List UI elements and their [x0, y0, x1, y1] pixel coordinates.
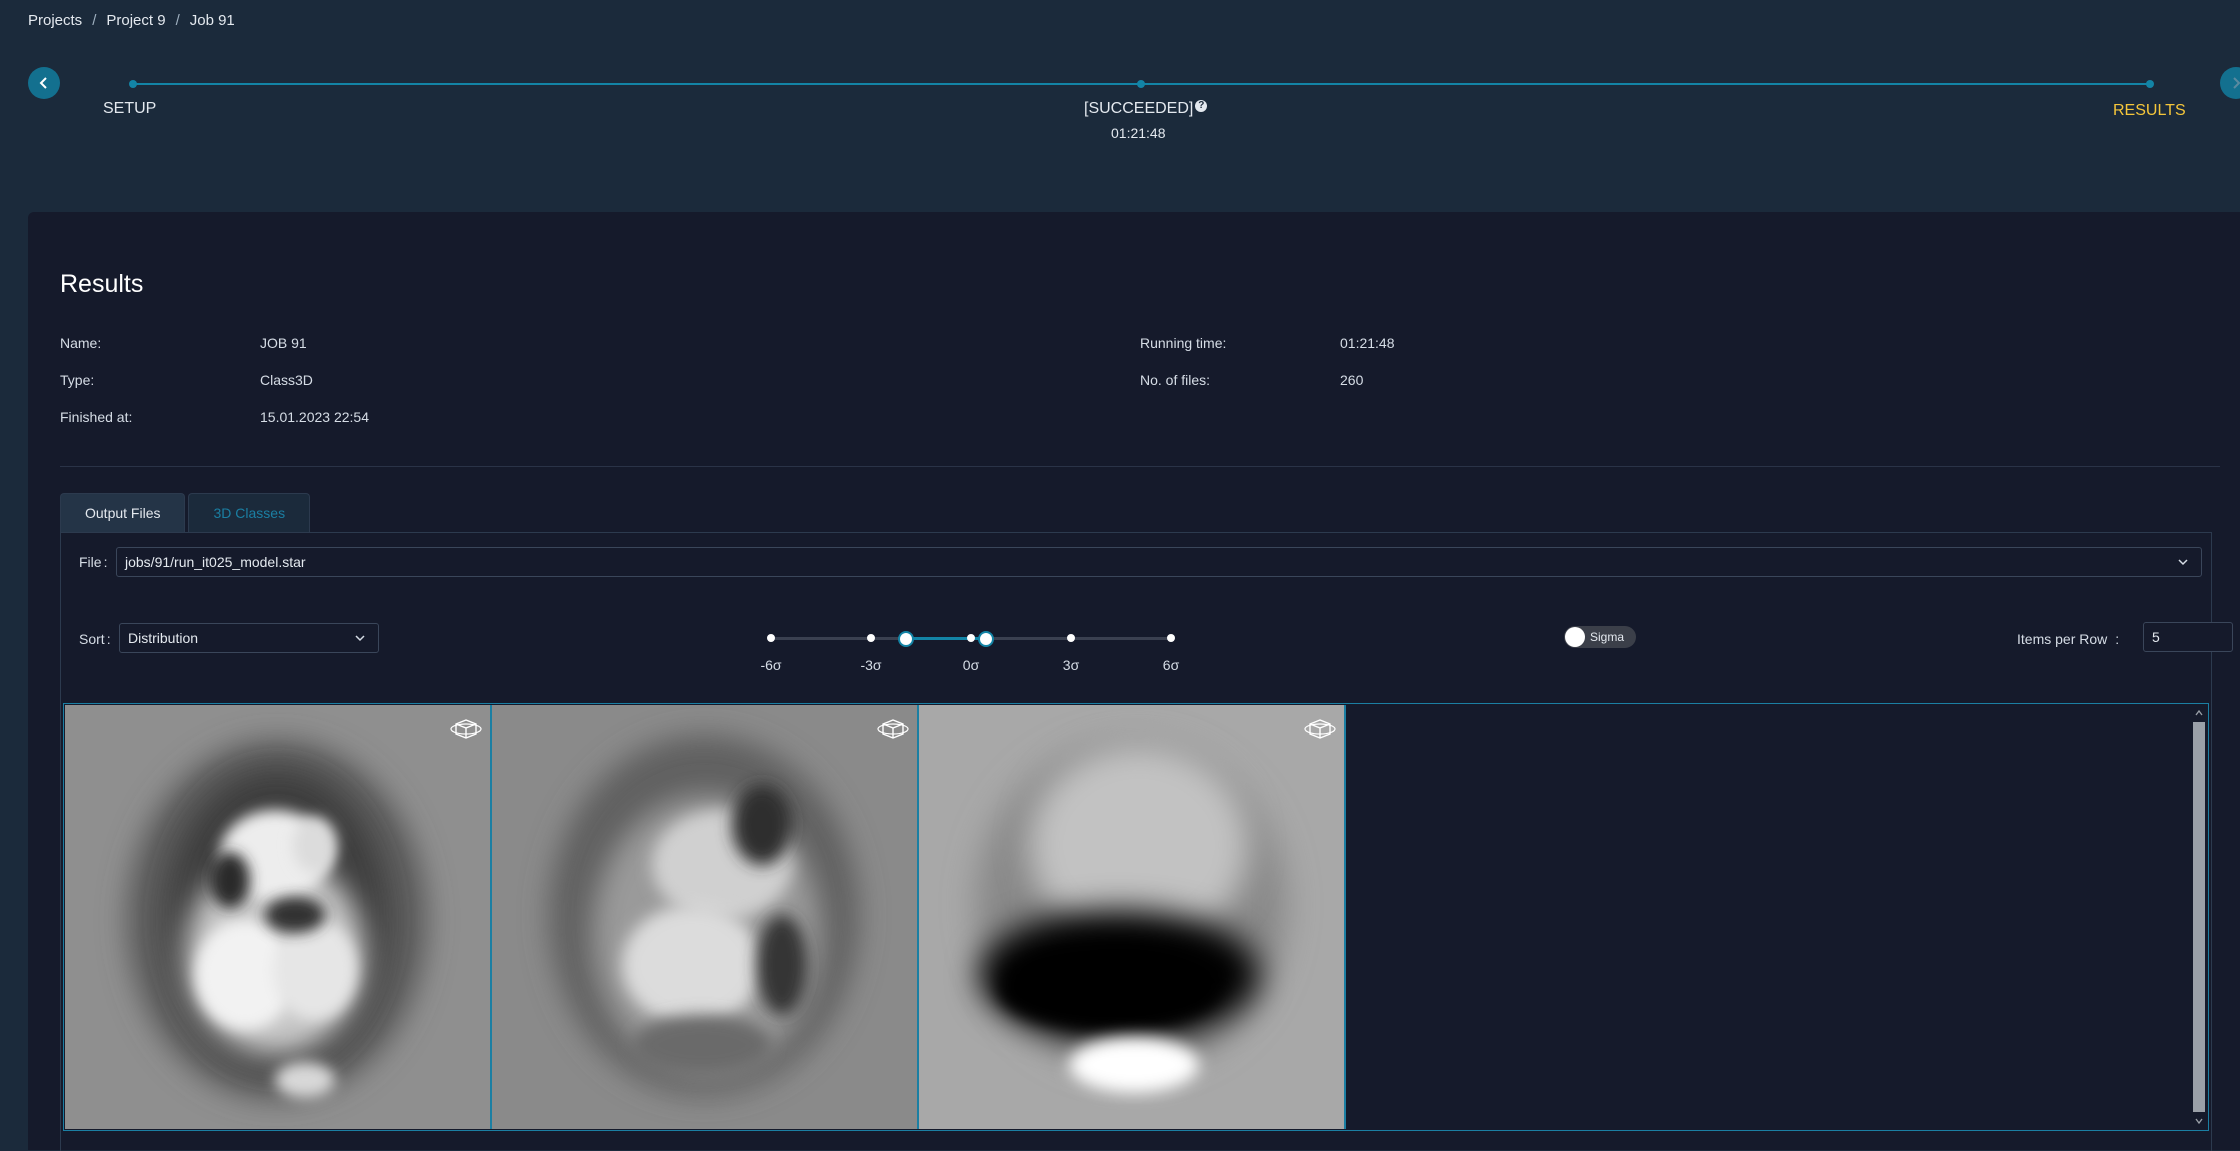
slider-tick [767, 634, 775, 642]
info-value-file-count: 260 [1340, 372, 1364, 388]
breadcrumb-projects[interactable]: Projects [28, 12, 82, 29]
slider-tick-label: -6σ [760, 657, 782, 673]
slider-tick-label: 0σ [962, 657, 980, 673]
page-title: Results [60, 270, 144, 298]
chevron-down-icon [355, 635, 365, 642]
scroll-down-icon[interactable] [2194, 1116, 2204, 1126]
status-text: [SUCCEEDED] [1084, 100, 1194, 117]
sort-select[interactable]: Distribution [119, 623, 379, 653]
info-value-name: JOB 91 [260, 335, 307, 351]
back-button[interactable] [28, 67, 60, 99]
tab-output-files[interactable]: Output Files [60, 493, 186, 532]
breadcrumb-job: Job 91 [189, 12, 235, 29]
slider-tick [1167, 634, 1175, 642]
slider-tick [867, 634, 875, 642]
slider-tick-label: -3σ [860, 657, 882, 673]
status-time: 01:21:48 [1111, 125, 1166, 141]
breadcrumb: Projects / Project 9 / Job 91 [28, 12, 235, 29]
items-per-row-value: 5 [2152, 629, 2160, 645]
step-results[interactable]: RESULTS [2113, 102, 2186, 120]
info-label: Running time: [1140, 335, 1227, 351]
file-select-value: jobs/91/run_it025_model.star [125, 554, 306, 570]
class-image [919, 705, 1344, 1129]
chevron-right-icon [2233, 77, 2240, 89]
slider-handle-max[interactable] [978, 631, 994, 647]
class-image [65, 705, 490, 1129]
step-setup[interactable]: SETUP [103, 100, 156, 118]
info-label: Type: [60, 372, 95, 388]
3d-view-icon[interactable] [1302, 715, 1336, 741]
results-panel: Results Name: JOB 91 Type: Class3D Finis… [28, 212, 2240, 1151]
class-card[interactable] [919, 705, 1346, 1129]
breadcrumb-separator: / [175, 12, 180, 29]
tab-bar: Output Files 3D Classes [60, 493, 311, 532]
scrollbar-thumb[interactable] [2193, 722, 2205, 1112]
step-dot-status [1137, 80, 1145, 88]
breadcrumb-separator: / [92, 12, 97, 29]
sigma-range-slider[interactable]: -6σ -3σ 0σ 3σ 6σ [760, 623, 1181, 683]
items-per-row-label: Items per Row: [2017, 631, 2120, 647]
divider [60, 466, 2220, 467]
forward-button[interactable] [2220, 67, 2240, 99]
scroll-up-icon[interactable] [2194, 708, 2204, 718]
file-select[interactable]: jobs/91/run_it025_model.star [116, 547, 2202, 577]
info-value-finished: 15.01.2023 22:54 [260, 409, 369, 425]
info-label: No. of files: [1140, 372, 1211, 388]
slider-tick-label: 3σ [1062, 657, 1080, 673]
toggle-knob [1565, 627, 1585, 647]
3d-view-icon[interactable] [875, 715, 909, 741]
slider-handle-min[interactable] [898, 631, 914, 647]
class-card[interactable] [65, 705, 492, 1129]
gallery-scrollbar[interactable] [2192, 706, 2206, 1128]
step-status: [SUCCEEDED]? [1084, 100, 1208, 118]
info-label: Name: [60, 335, 102, 351]
info-label: Finished at: [60, 409, 133, 425]
sigma-toggle-label: Sigma [1590, 630, 1625, 644]
class-image [492, 705, 917, 1129]
items-per-row-input[interactable]: 5 [2143, 622, 2233, 652]
info-value-type: Class3D [260, 372, 313, 388]
tab-3d-classes[interactable]: 3D Classes [188, 493, 311, 532]
chevron-left-icon [39, 77, 47, 89]
file-label: File: [79, 554, 108, 570]
sigma-toggle[interactable]: Sigma [1564, 626, 1636, 648]
info-value-running-time: 01:21:48 [1340, 335, 1395, 351]
slider-tick [967, 634, 975, 642]
slider-tick [1067, 634, 1075, 642]
tab-content: File: jobs/91/run_it025_model.star Sort:… [60, 532, 2233, 1151]
breadcrumb-project[interactable]: Project 9 [106, 12, 165, 29]
chevron-down-icon [2178, 559, 2188, 566]
step-dot-setup [129, 80, 137, 88]
slider-tick-label: 6σ [1162, 657, 1180, 673]
sort-label: Sort: [79, 631, 111, 647]
help-icon[interactable]: ? [1195, 100, 1208, 112]
3d-view-icon[interactable] [448, 715, 482, 741]
class-card[interactable] [492, 705, 919, 1129]
step-dot-results [2146, 80, 2154, 88]
sort-select-value: Distribution [128, 630, 199, 646]
class-gallery [63, 703, 2209, 1131]
